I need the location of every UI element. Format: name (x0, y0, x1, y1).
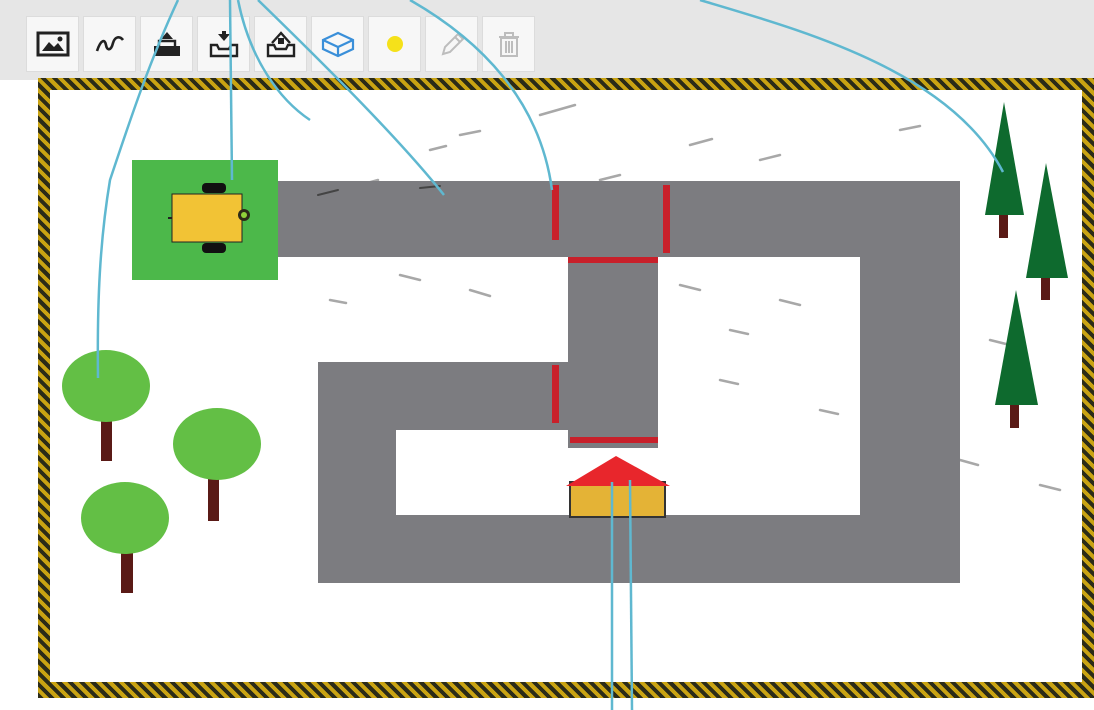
tree-round-2[interactable] (173, 408, 261, 521)
tree-round-3[interactable] (81, 482, 169, 593)
tree-pine-1[interactable] (985, 102, 1024, 238)
road-network (270, 181, 960, 583)
robot-wheel-top (202, 183, 226, 193)
house-body (569, 481, 666, 518)
robot[interactable] (168, 183, 250, 253)
robot-wheel-bottom (202, 243, 226, 253)
robot-body (171, 193, 243, 243)
map-scene (62, 0, 1068, 710)
house-roof (566, 456, 670, 486)
tree-pine-2[interactable] (1026, 163, 1068, 300)
tree-pine-3[interactable] (995, 290, 1038, 428)
house[interactable] (566, 456, 670, 518)
tree-round-1[interactable] (62, 350, 150, 461)
